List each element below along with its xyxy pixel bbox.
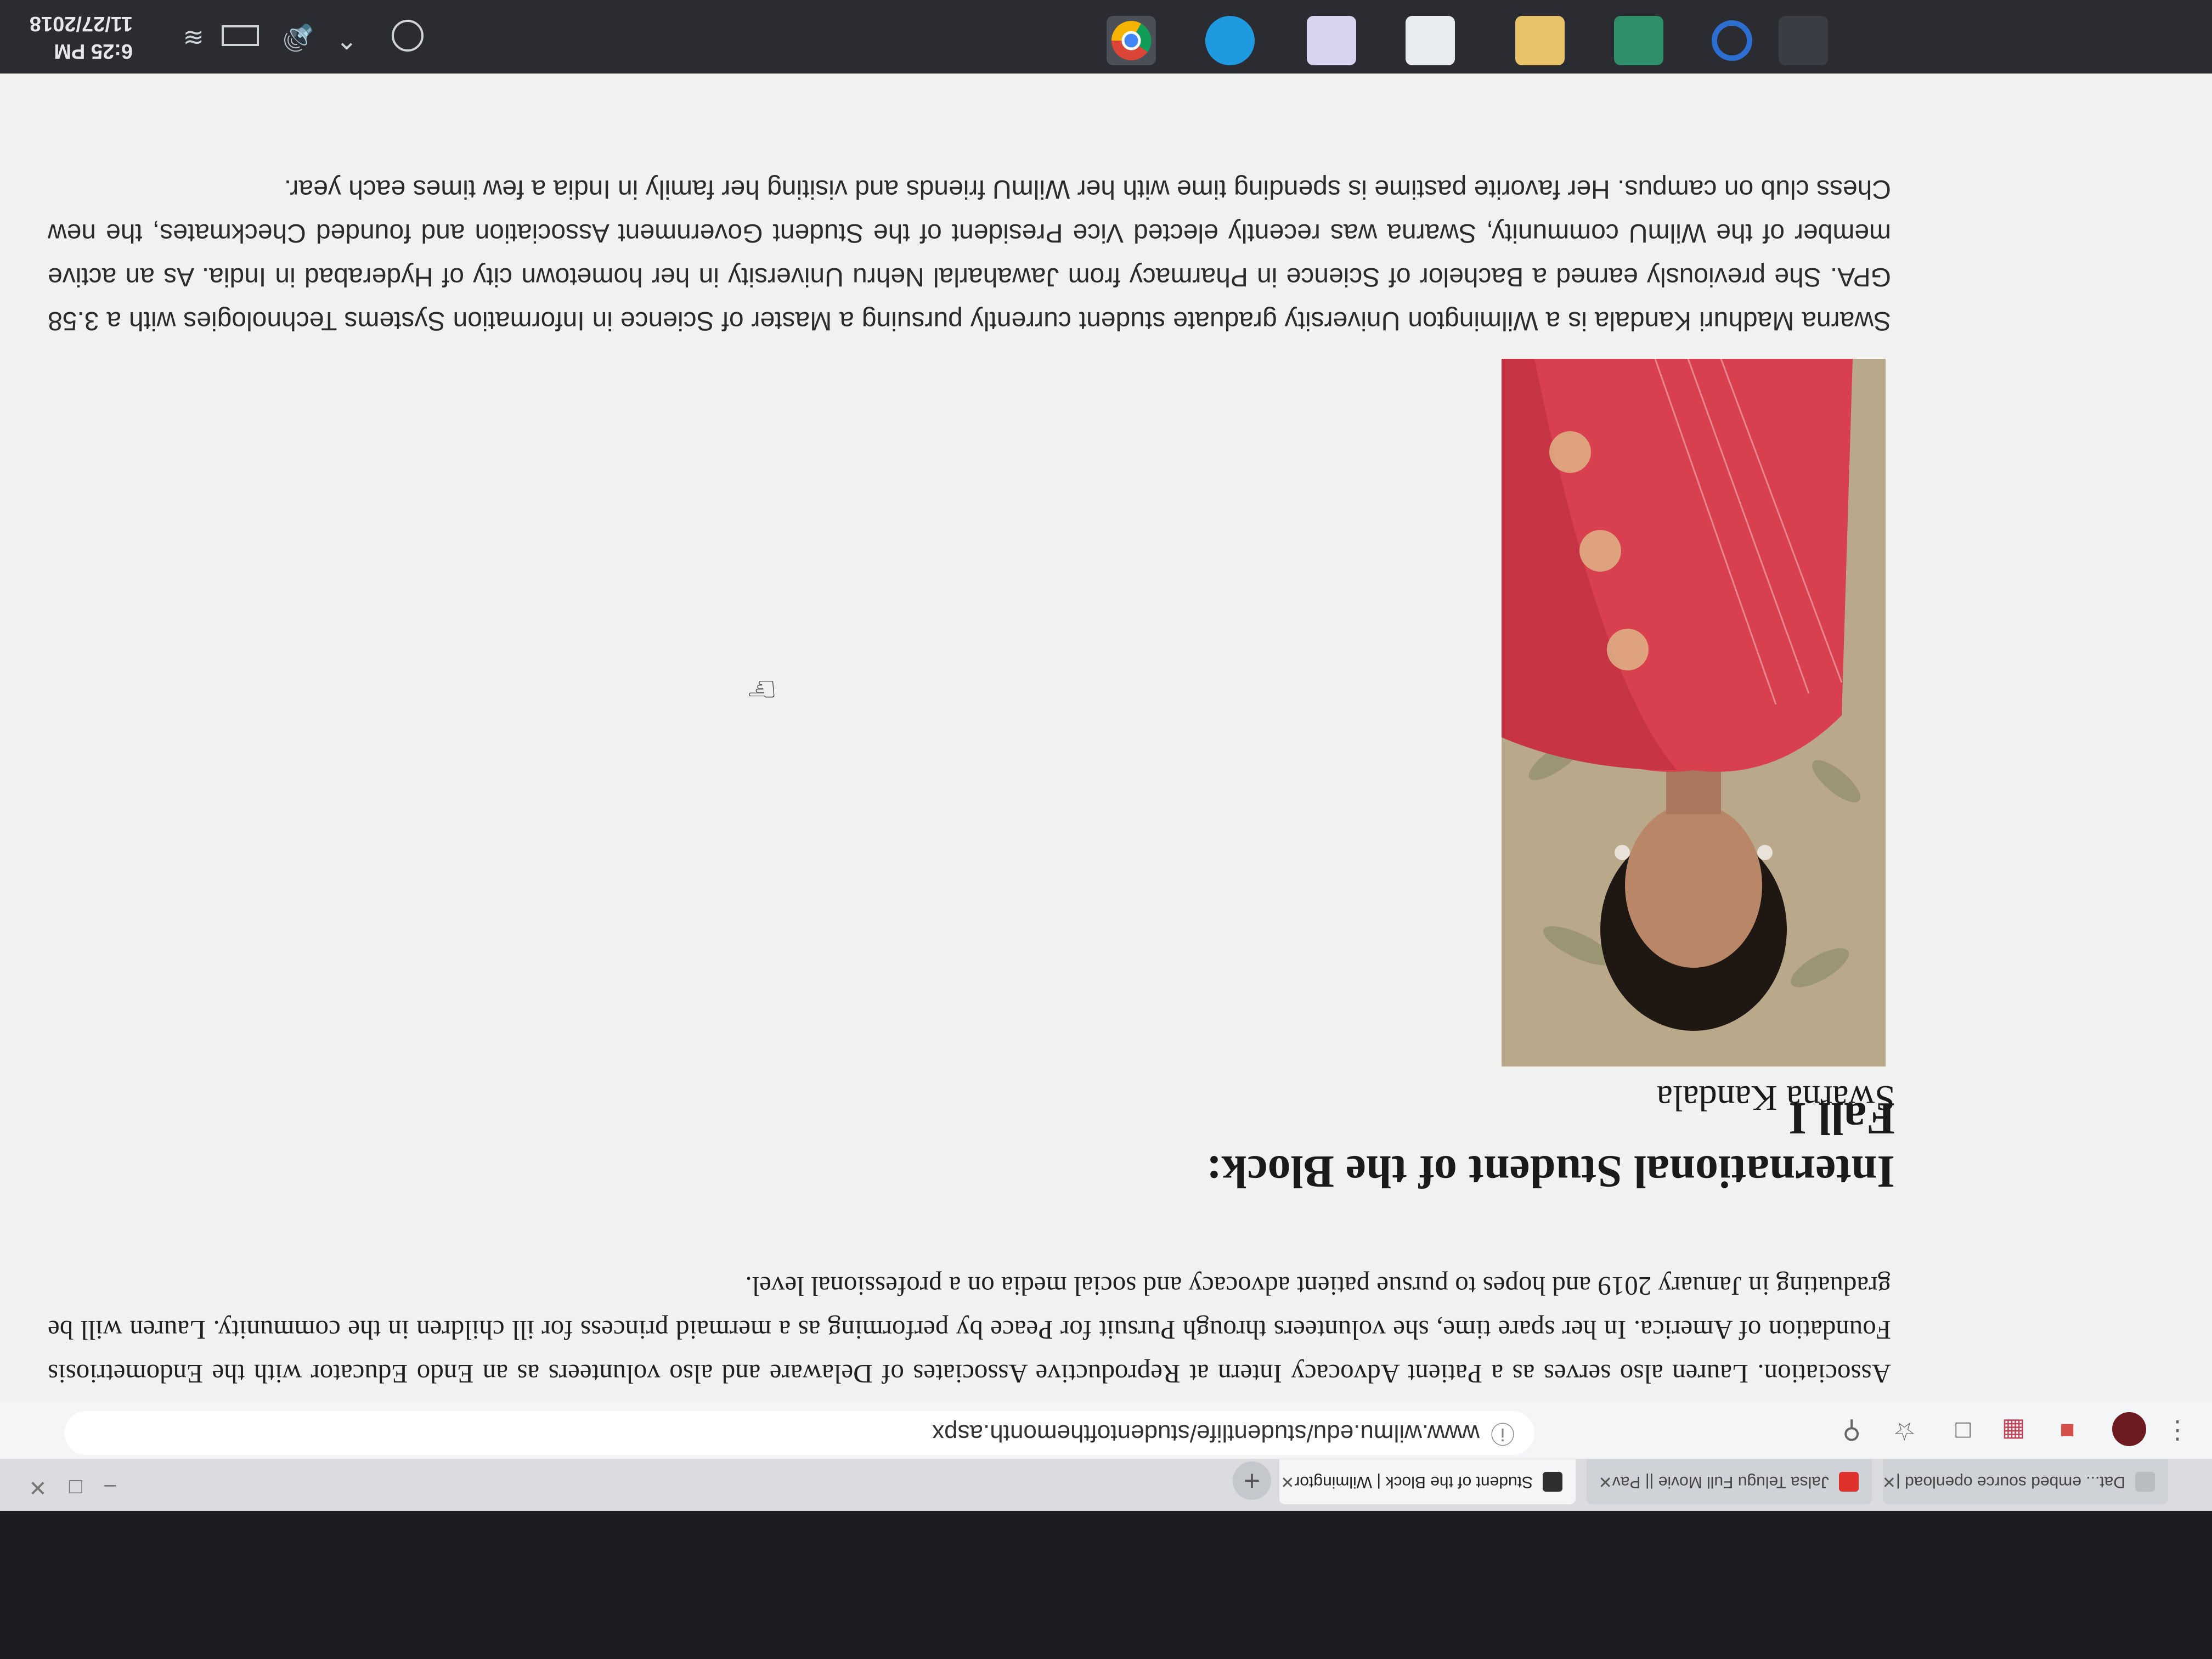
site-info-icon[interactable]: ⓘ <box>1491 1420 1515 1447</box>
battery-icon[interactable] <box>222 25 259 46</box>
tab-strip <box>0 1459 2212 1511</box>
previous-student-paragraph: Association. Lauren also serves as a Pat… <box>48 1271 1891 1389</box>
tab-label: Jalsa Telugu Full Movie || Pav <box>1612 1473 1829 1491</box>
close-icon[interactable]: ✕ <box>1280 1472 1294 1492</box>
new-tab-button[interactable]: + <box>1233 1462 1271 1500</box>
tab-jalsa[interactable]: Jalsa Telugu Full Movie || Pav ✕ <box>1587 1459 1872 1504</box>
extension-badge-icon[interactable]: ▦ <box>2002 1417 2025 1446</box>
cast-icon[interactable]: □ <box>1955 1417 1971 1446</box>
windows-taskbar <box>0 0 2212 74</box>
tab-student-of-the-block[interactable]: Student of the Block | Wilmingtor ✕ <box>1279 1459 1576 1504</box>
skype-icon[interactable] <box>1205 16 1255 65</box>
close-icon[interactable]: ✕ <box>1599 1472 1612 1492</box>
zoom-icon[interactable]: ⚲ <box>1842 1417 1861 1446</box>
profile-avatar[interactable] <box>2112 1412 2146 1446</box>
window-controls[interactable]: –□✕ <box>7 1475 116 1500</box>
tab-label: Dat... embed source openload | <box>1895 1473 2125 1491</box>
clock-time[interactable]: 6:25 PM <box>54 39 133 63</box>
youtube-icon <box>1839 1472 1859 1492</box>
task-view-icon[interactable] <box>1779 16 1828 65</box>
photographed-screen: ⌃ 🔊 ≋ 6:25 PM 11/27/2018 Dat... embed so… <box>0 0 2212 1659</box>
file-explorer-icon[interactable] <box>1515 16 1565 65</box>
volume-icon[interactable]: 🔊 <box>283 22 314 53</box>
extension-icon[interactable]: ■ <box>2059 1417 2075 1446</box>
page-icon <box>2135 1472 2155 1492</box>
wilmu-icon <box>1543 1472 1562 1492</box>
people-icon[interactable] <box>392 20 424 52</box>
menu-icon[interactable]: ⋮ <box>2165 1417 2190 1446</box>
student-bio: Swarna Madhuri Kandala is a Wilmington U… <box>48 174 1891 335</box>
tab-openload[interactable]: Dat... embed source openload | ✕ <box>1883 1459 2168 1504</box>
bookmark-star-icon[interactable]: ☆ <box>1893 1417 1916 1446</box>
wifi-icon[interactable]: ≋ <box>183 23 204 53</box>
clock-date[interactable]: 11/27/2018 <box>30 12 133 35</box>
mouse-cursor-icon: ☞ <box>746 670 777 709</box>
student-photo <box>1502 359 1886 1066</box>
cortana-icon[interactable] <box>1707 16 1757 65</box>
chrome-icon[interactable] <box>1107 16 1156 65</box>
address-bar[interactable]: ⓘ www.wilmu.edu/studentlife/studentofthem… <box>64 1411 1534 1455</box>
url-text: www.wilmu.edu/studentlife/studentofthemo… <box>932 1420 1480 1447</box>
store-icon[interactable] <box>1614 16 1663 65</box>
close-icon[interactable]: ✕ <box>1883 1472 1896 1492</box>
onenote-icon[interactable] <box>1307 16 1356 65</box>
tab-label: Student of the Block | Wilmingtor <box>1294 1473 1533 1491</box>
mail-icon[interactable] <box>1406 16 1455 65</box>
photo-caption: Swarna Kandala <box>1656 1078 1895 1118</box>
chevron-up-icon[interactable]: ⌃ <box>336 24 358 54</box>
